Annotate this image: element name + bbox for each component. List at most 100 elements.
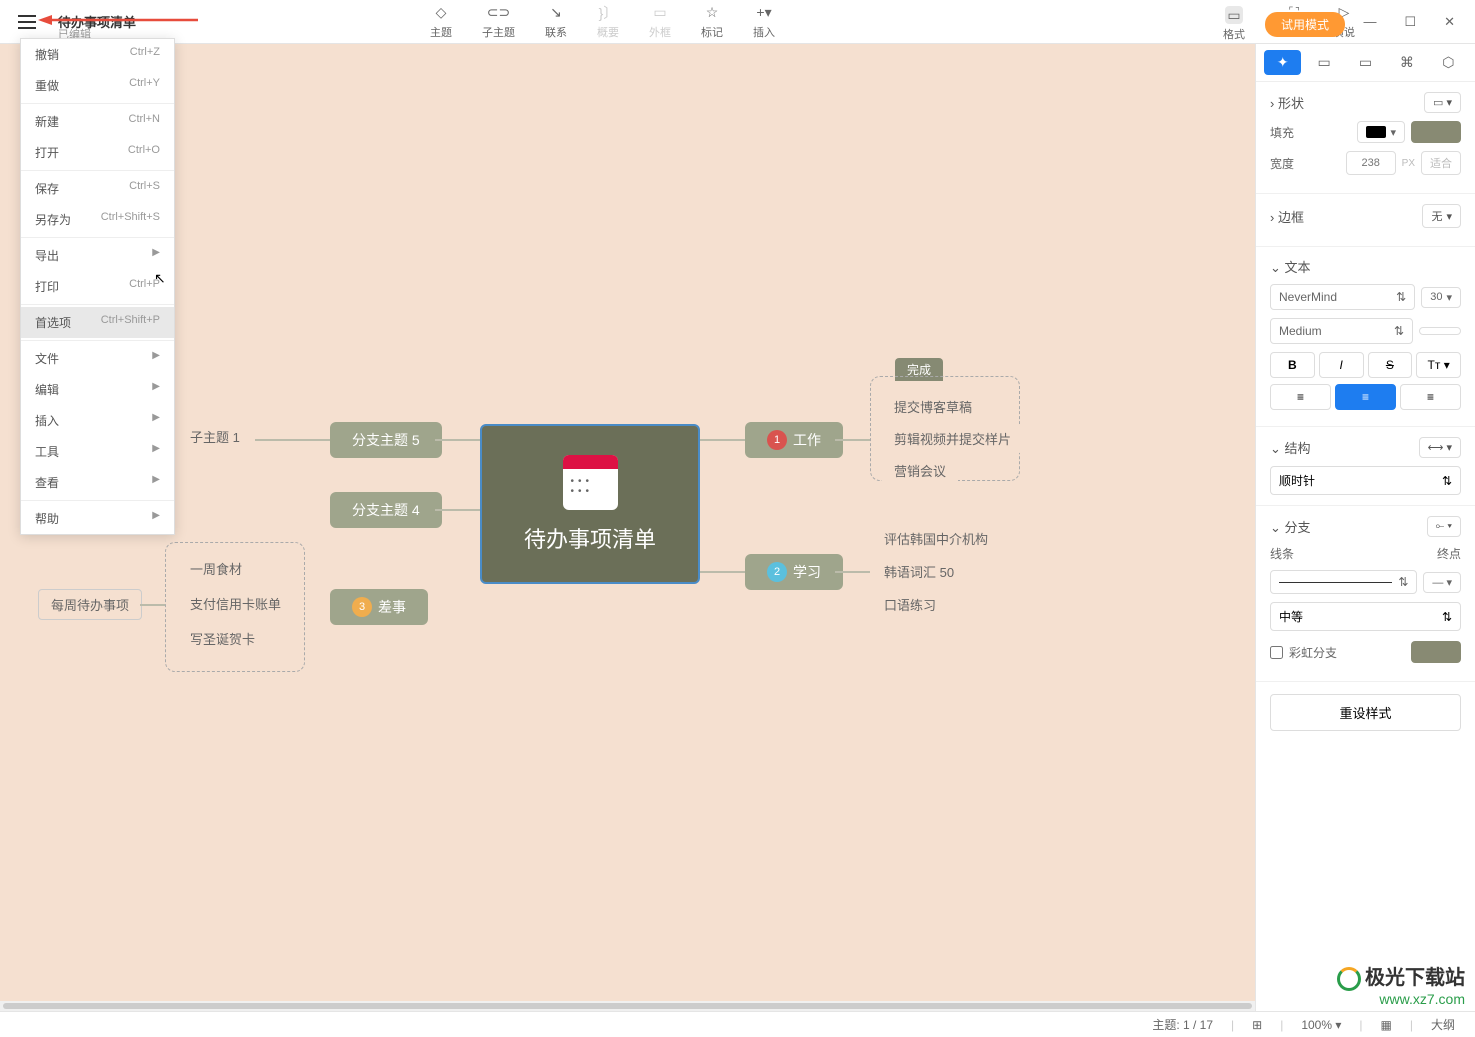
menu-undo[interactable]: 撤销Ctrl+Z — [21, 39, 174, 70]
work-item-2[interactable]: 营销会议 — [882, 456, 958, 485]
menu-print[interactable]: 打印Ctrl+P — [21, 271, 174, 302]
branch-5[interactable]: 分支主题 5 — [330, 422, 442, 458]
top-toolbar: 待办事项清单 已编辑 ◇主题 ⊂⊃子主题 ↘联系 }〕概要 ▭外框 ☆标记 +▾… — [0, 0, 1475, 44]
branch-work[interactable]: 1 工作 — [745, 422, 843, 458]
shape-select[interactable]: ▭ ▾ — [1424, 92, 1461, 113]
rainbow-color[interactable] — [1411, 641, 1461, 663]
menu-saveas[interactable]: 另存为Ctrl+Shift+S — [21, 204, 174, 235]
errand-item-1[interactable]: 支付信用卡账单 — [178, 589, 293, 618]
window-controls: — ☐ ✕ — [1363, 14, 1455, 30]
font-weight-select[interactable]: Medium⇅ — [1270, 318, 1413, 344]
status-topic-count: 主题: 1 / 17 — [1152, 1016, 1213, 1033]
tb-relation[interactable]: ↘联系 — [545, 4, 567, 40]
line-end-select[interactable]: — ▾ — [1423, 572, 1461, 593]
status-bar: 主题: 1 / 17| ⊞| 100% ▾| ▦| 大纲 — [0, 1011, 1475, 1037]
study-item-2[interactable]: 口语练习 — [872, 590, 948, 619]
status-outline[interactable]: 大纲 — [1431, 1016, 1455, 1033]
menu-save[interactable]: 保存Ctrl+S — [21, 173, 174, 204]
tb-marker[interactable]: ☆标记 — [701, 4, 723, 40]
tb-subtopic[interactable]: ⊂⊃子主题 — [482, 4, 515, 40]
menu-export[interactable]: 导出▶ — [21, 240, 174, 271]
status-zoom[interactable]: 100% ▾ — [1301, 1018, 1341, 1032]
text-align-row: ≡ ≡ ≡ — [1270, 384, 1461, 410]
case-button[interactable]: Tᴛ ▾ — [1416, 352, 1461, 378]
border-select[interactable]: 无 ▾ — [1422, 204, 1461, 228]
watermark: 极光下载站 www.xz7.com — [1337, 961, 1465, 1007]
central-title: 待办事项清单 — [524, 522, 656, 554]
menu-new[interactable]: 新建Ctrl+N — [21, 106, 174, 137]
menu-insert[interactable]: 插入▶ — [21, 405, 174, 436]
font-family-select[interactable]: NeverMind⇅ — [1270, 284, 1415, 310]
text-style-row: B I S Tᴛ ▾ — [1270, 352, 1461, 378]
tb-topic[interactable]: ◇主题 — [430, 4, 452, 40]
close-icon[interactable]: ✕ — [1444, 14, 1455, 30]
work-item-1[interactable]: 剪辑视频并提交样片 — [882, 424, 1023, 453]
font-size-select[interactable]: 30 ▾ — [1421, 287, 1461, 308]
tab-style[interactable]: ✦ — [1264, 50, 1301, 75]
tab-more[interactable]: ⬡ — [1430, 50, 1467, 75]
line-thickness-select[interactable]: 中等⇅ — [1270, 602, 1461, 631]
align-right-button[interactable]: ≡ — [1400, 384, 1461, 410]
maximize-icon[interactable]: ☐ — [1404, 14, 1416, 30]
section-structure: ⌄ 结构 ⟷ ▾ 顺时针⇅ — [1256, 427, 1475, 506]
fill-color-preview[interactable] — [1411, 121, 1461, 143]
width-input[interactable] — [1346, 151, 1396, 175]
errand-item-2[interactable]: 写圣诞贺卡 — [178, 624, 267, 653]
calendar-icon — [563, 455, 618, 510]
menu-open[interactable]: 打开Ctrl+O — [21, 137, 174, 168]
menu-help[interactable]: 帮助▶ — [21, 503, 174, 534]
width-fit[interactable]: 适合 — [1421, 151, 1461, 175]
tb-insert[interactable]: +▾插入 — [753, 4, 775, 40]
fill-color-select[interactable]: ▾ — [1357, 121, 1405, 143]
italic-button[interactable]: I — [1319, 352, 1364, 378]
tb-summary: }〕概要 — [597, 4, 619, 40]
menu-tools[interactable]: 工具▶ — [21, 436, 174, 467]
work-item-0[interactable]: 提交博客草稿 — [882, 392, 984, 421]
menu-file[interactable]: 文件▶ — [21, 343, 174, 374]
branch-study[interactable]: 2 学习 — [745, 554, 843, 590]
study-item-1[interactable]: 韩语词汇 50 — [872, 557, 966, 586]
menu-edit[interactable]: 编辑▶ — [21, 374, 174, 405]
strike-button[interactable]: S — [1368, 352, 1413, 378]
annotation-arrow-1 — [38, 15, 198, 35]
line-style-select[interactable]: ⇅ — [1270, 570, 1417, 594]
section-branch: ⌄ 分支 ⟜ ▾ 线条终点 ⇅ — ▾ 中等⇅ 彩虹分支 — [1256, 506, 1475, 682]
tab-note[interactable]: ▭ — [1347, 50, 1384, 75]
font-color-select[interactable] — [1419, 327, 1461, 335]
align-center-button[interactable]: ≡ — [1335, 384, 1396, 410]
rainbow-checkbox[interactable]: 彩虹分支 — [1270, 644, 1337, 661]
row-fill: 填充 ▾ — [1270, 121, 1461, 143]
weekly-todo[interactable]: 每周待办事项 — [38, 589, 142, 620]
minimize-icon[interactable]: — — [1363, 14, 1376, 30]
status-overview-icon[interactable]: ▦ — [1381, 1018, 1392, 1032]
horizontal-scrollbar[interactable] — [0, 1001, 1255, 1011]
errand-item-0[interactable]: 一周食材 — [178, 554, 254, 583]
align-left-button[interactable]: ≡ — [1270, 384, 1331, 410]
structure-icon-select[interactable]: ⟷ ▾ — [1419, 437, 1461, 458]
subtopic-1[interactable]: 子主题 1 — [178, 422, 252, 451]
branch-errand[interactable]: 3 差事 — [330, 589, 428, 625]
trial-mode-button[interactable]: 试用模式 — [1265, 12, 1345, 37]
tb-boundary: ▭外框 — [649, 4, 671, 40]
branch-style-select[interactable]: ⟜ ▾ — [1427, 516, 1461, 537]
tb-format[interactable]: ▭格式 — [1223, 6, 1245, 42]
cursor-pointer-icon: ↖ — [154, 270, 166, 287]
bold-button[interactable]: B — [1270, 352, 1315, 378]
tab-slide[interactable]: ▭ — [1305, 50, 1342, 75]
menu-preferences[interactable]: 首选项Ctrl+Shift+P — [21, 307, 174, 338]
reset-style-button[interactable]: 重设样式 — [1270, 694, 1461, 731]
study-item-0[interactable]: 评估韩国中介机构 — [872, 524, 1000, 553]
section-shape: › 形状 ▭ ▾ 填充 ▾ 宽度 PX 适合 — [1256, 82, 1475, 194]
structure-direction-select[interactable]: 顺时针⇅ — [1270, 466, 1461, 495]
section-border: › 边框 无 ▾ — [1256, 194, 1475, 247]
menu-view[interactable]: 查看▶ — [21, 467, 174, 498]
tab-info[interactable]: ⌘ — [1388, 50, 1425, 75]
status-map-icon[interactable]: ⊞ — [1252, 1018, 1262, 1032]
badge-1-icon: 1 — [767, 430, 787, 450]
menu-redo[interactable]: 重做Ctrl+Y — [21, 70, 174, 101]
mindmap-canvas[interactable]: 待办事项清单 分支主题 5 分支主题 4 子主题 1 3 差事 一周食材 支付信… — [0, 44, 1255, 1011]
central-topic[interactable]: 待办事项清单 — [480, 424, 700, 584]
branch-4[interactable]: 分支主题 4 — [330, 492, 442, 528]
format-panel: ✦ ▭ ▭ ⌘ ⬡ › 形状 ▭ ▾ 填充 ▾ 宽度 PX 适合 › 边框 无 … — [1255, 44, 1475, 1011]
main-menu-dropdown: 撤销Ctrl+Z 重做Ctrl+Y 新建Ctrl+N 打开Ctrl+O 保存Ct… — [20, 38, 175, 535]
